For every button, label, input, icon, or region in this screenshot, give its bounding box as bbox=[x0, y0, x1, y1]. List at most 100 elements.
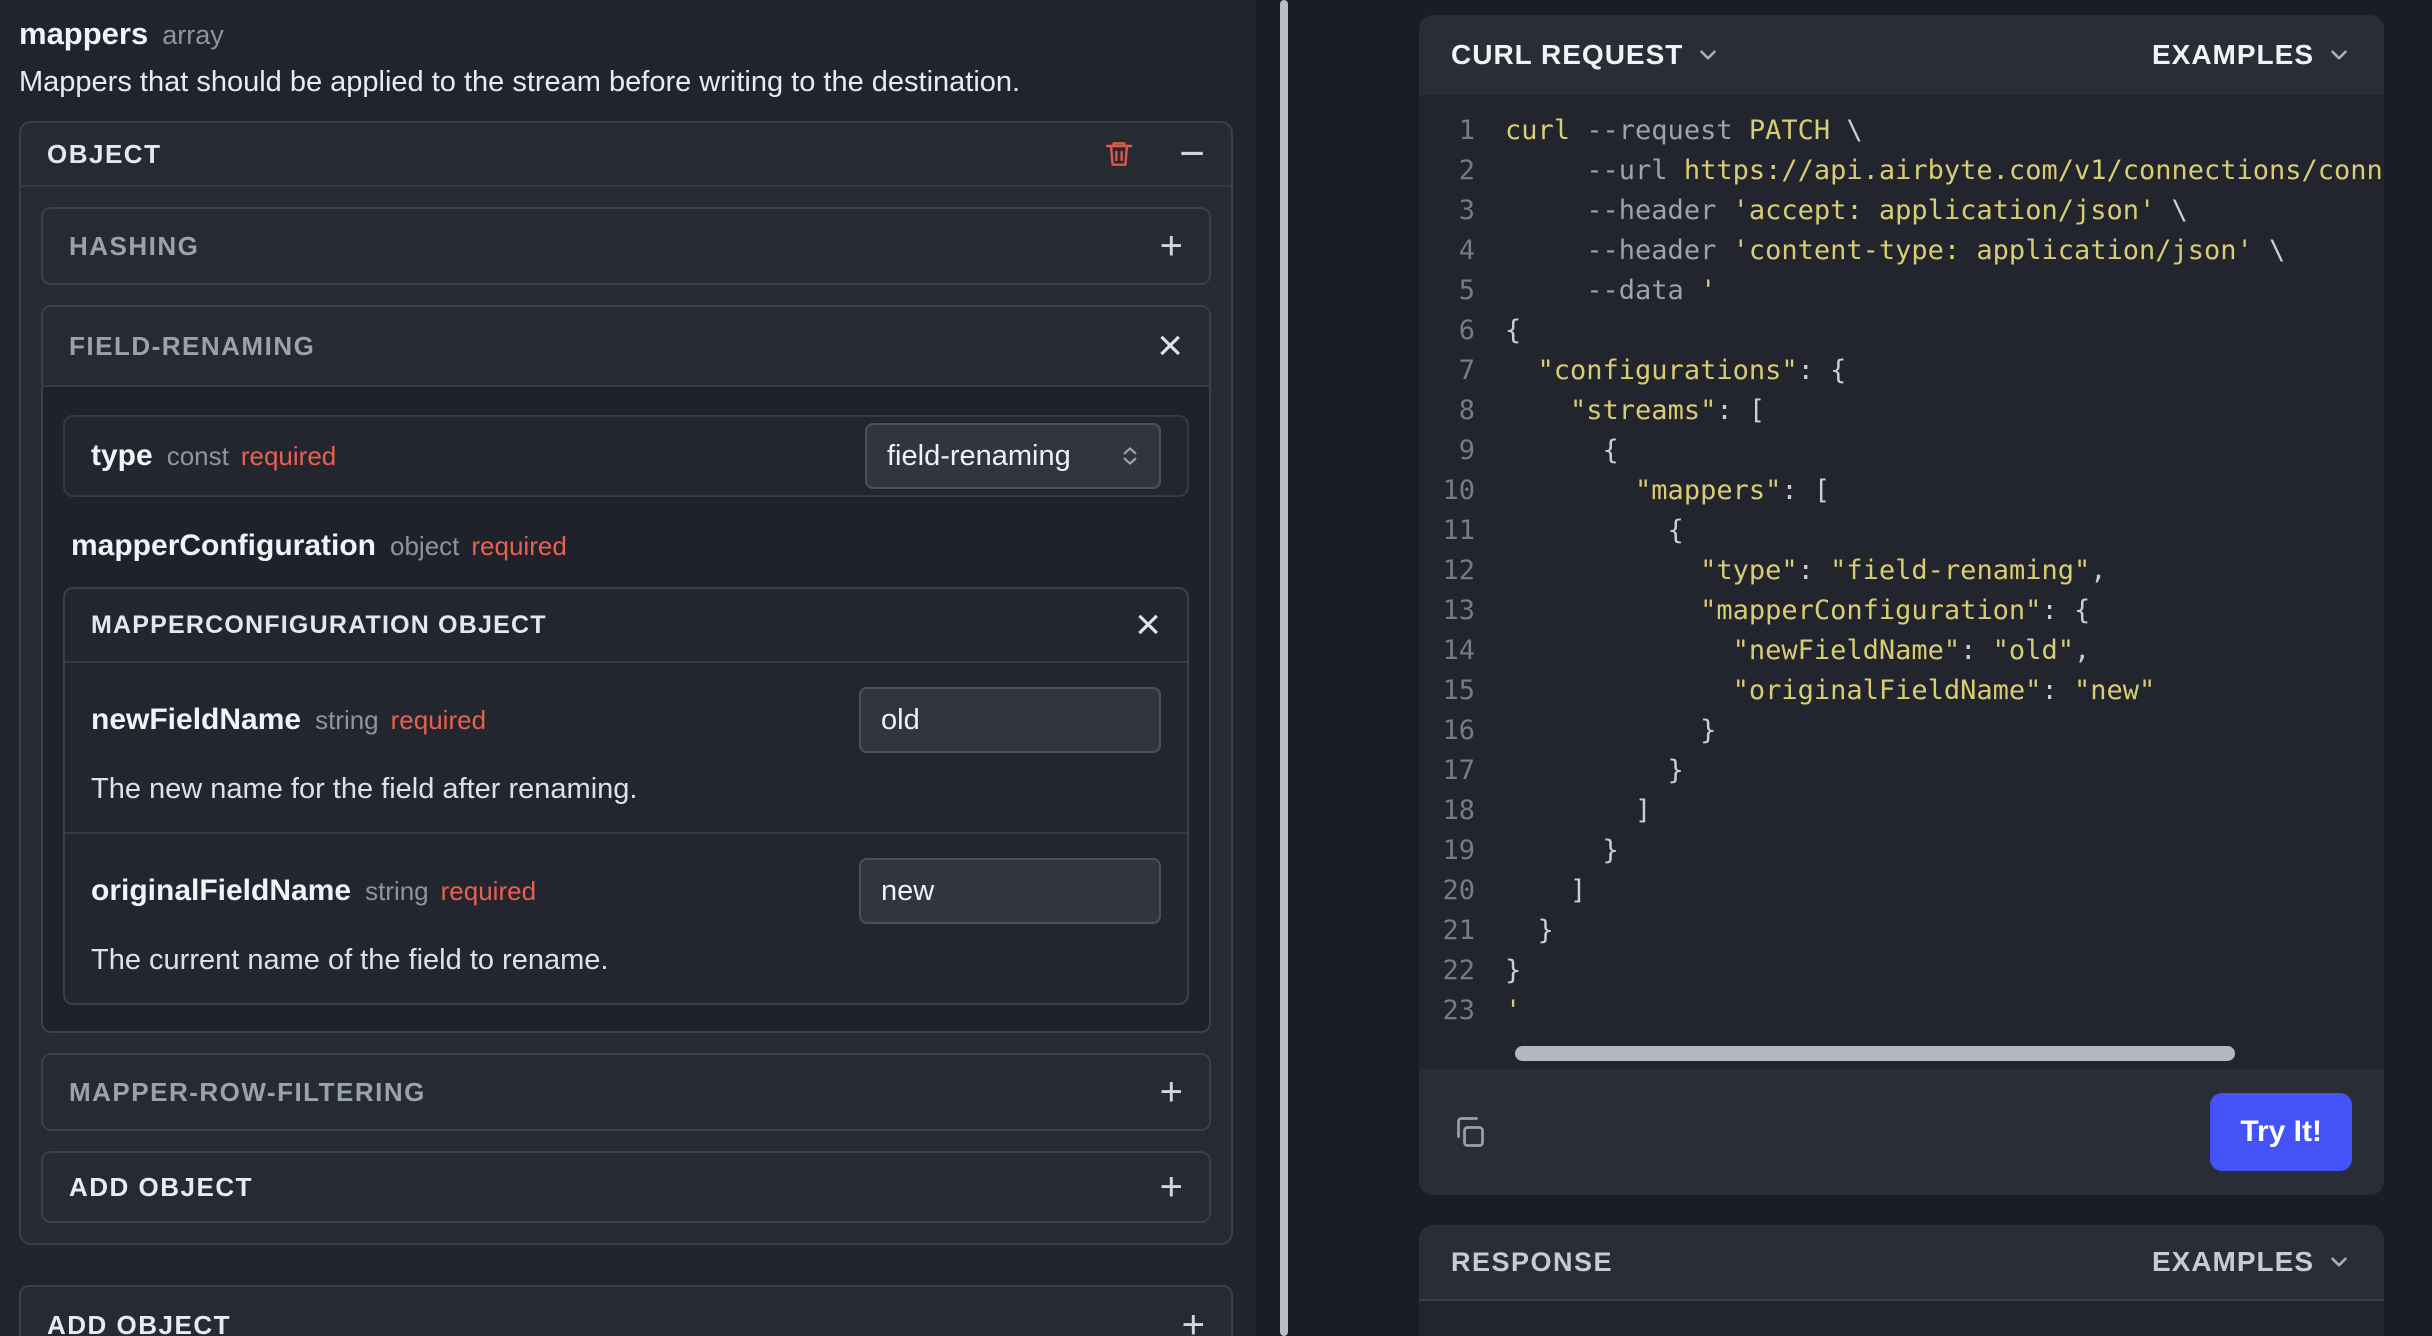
chevron-down-icon bbox=[2326, 1249, 2352, 1275]
field-renaming-section: FIELD-RENAMING × type const required fie… bbox=[41, 305, 1211, 1033]
plus-icon: + bbox=[1181, 1303, 1205, 1336]
close-mapper-configuration-button[interactable]: × bbox=[1135, 603, 1161, 647]
mapper-configuration-name: mapperConfiguration bbox=[71, 529, 376, 562]
code-line: 10 "mappers": [ bbox=[1419, 471, 2384, 511]
field-renaming-title: FIELD-RENAMING bbox=[69, 330, 316, 361]
field-description: Mappers that should be applied to the st… bbox=[19, 66, 1021, 98]
chevron-down-icon bbox=[2326, 42, 2352, 68]
expand-mapper-row-filtering-button[interactable]: + bbox=[1160, 1072, 1183, 1112]
minus-icon: − bbox=[1179, 129, 1205, 178]
code-line: 2 --url https://api.airbyte.com/v1/conne… bbox=[1419, 151, 2384, 191]
line-number: 1 bbox=[1458, 115, 1475, 146]
add-object-outer-button[interactable]: ADD OBJECT + bbox=[19, 1285, 1233, 1336]
line-number: 5 bbox=[1458, 275, 1475, 306]
original-field-name-kind: string bbox=[365, 876, 429, 906]
code-line: 14 "newFieldName": "old", bbox=[1419, 631, 2384, 671]
code-line: 11 { bbox=[1419, 511, 2384, 551]
type-property-kind: const bbox=[166, 440, 229, 471]
field-type: array bbox=[162, 20, 224, 50]
line-number: 14 bbox=[1442, 635, 1475, 666]
response-examples-dropdown[interactable]: EXAMPLES bbox=[2152, 1246, 2352, 1278]
line-number: 12 bbox=[1442, 555, 1475, 586]
response-body bbox=[1419, 1301, 2384, 1336]
mapper-row-filtering-title: MAPPER-ROW-FILTERING bbox=[69, 1076, 426, 1107]
field-renaming-header[interactable]: FIELD-RENAMING × bbox=[43, 307, 1209, 387]
code-line: 19 } bbox=[1419, 831, 2384, 871]
line-number: 8 bbox=[1458, 395, 1475, 426]
collapse-object-button[interactable]: − bbox=[1179, 132, 1205, 176]
response-examples-label: EXAMPLES bbox=[2151, 1246, 2314, 1277]
object-panel-body: HASHING + FIELD-RENAMING × type const re… bbox=[21, 187, 1231, 1243]
curl-request-title: CURL REQUEST bbox=[1451, 39, 1684, 70]
response-header: RESPONSE EXAMPLES bbox=[1419, 1225, 2384, 1301]
code-line: 1 curl --request PATCH \ bbox=[1419, 111, 2384, 151]
line-number: 23 bbox=[1442, 995, 1475, 1026]
code-line: 17 } bbox=[1419, 751, 2384, 791]
response-title: RESPONSE bbox=[1451, 1246, 1614, 1277]
line-number: 2 bbox=[1458, 155, 1475, 186]
line-number: 7 bbox=[1458, 355, 1475, 386]
line-number: 15 bbox=[1442, 675, 1475, 706]
object-panel: OBJECT − HASHING + FIELD-RENAMING × type… bbox=[19, 121, 1233, 1245]
api-reference-page: mappers array Mappers that should be app… bbox=[0, 0, 2432, 1336]
mapper-configuration-panel-header[interactable]: MAPPERCONFIGURATION OBJECT × bbox=[65, 589, 1187, 663]
line-number: 20 bbox=[1442, 875, 1475, 906]
object-panel-title: OBJECT bbox=[47, 138, 162, 169]
line-number: 22 bbox=[1442, 955, 1475, 986]
type-property-row: type const required field-renaming bbox=[63, 415, 1189, 497]
mapper-configuration-label-row: mapperConfiguration object required bbox=[71, 529, 1181, 563]
code-line: 20 ] bbox=[1419, 871, 2384, 911]
line-number: 19 bbox=[1442, 835, 1475, 866]
original-field-name-input[interactable] bbox=[859, 858, 1161, 924]
code-line: 16 } bbox=[1419, 711, 2384, 751]
new-field-name-label: newFieldName bbox=[91, 703, 302, 736]
mapper-configuration-kind: object bbox=[390, 531, 460, 561]
line-number: 16 bbox=[1442, 715, 1475, 746]
code-line: 4 --header 'content-type: application/js… bbox=[1419, 231, 2384, 271]
line-number: 11 bbox=[1442, 515, 1475, 546]
hashing-section[interactable]: HASHING + bbox=[41, 207, 1211, 285]
close-icon: × bbox=[1135, 600, 1161, 649]
field-name: mappers bbox=[19, 16, 149, 51]
type-select-value: field-renaming bbox=[887, 439, 1071, 472]
code-line: 12 "type": "field-renaming", bbox=[1419, 551, 2384, 591]
trash-icon bbox=[1103, 138, 1135, 170]
new-field-name-kind: string bbox=[315, 705, 379, 735]
mapper-row-filtering-section[interactable]: MAPPER-ROW-FILTERING + bbox=[41, 1053, 1211, 1131]
curl-card-footer: Try It! bbox=[1419, 1069, 2384, 1195]
curl-request-toggle[interactable]: CURL REQUEST bbox=[1451, 39, 1721, 71]
plus-icon: + bbox=[1159, 224, 1183, 268]
new-field-name-description: The new name for the field after renamin… bbox=[91, 773, 638, 805]
mapper-configuration-panel-title: MAPPERCONFIGURATION OBJECT bbox=[91, 610, 547, 639]
original-field-name-required: required bbox=[440, 876, 537, 906]
plus-icon: + bbox=[1159, 1165, 1183, 1209]
line-number: 13 bbox=[1442, 595, 1475, 626]
close-field-renaming-button[interactable]: × bbox=[1157, 324, 1183, 368]
new-field-name-input[interactable] bbox=[859, 687, 1161, 753]
add-object-inner-button[interactable]: ADD OBJECT + bbox=[41, 1151, 1211, 1223]
code-line: 22} bbox=[1419, 951, 2384, 991]
delete-object-button[interactable] bbox=[1103, 138, 1135, 170]
line-number: 18 bbox=[1442, 795, 1475, 826]
code-line: 5 --data ' bbox=[1419, 271, 2384, 311]
line-number: 10 bbox=[1442, 475, 1475, 506]
try-it-button[interactable]: Try It! bbox=[2210, 1093, 2352, 1171]
left-pane-scrollbar[interactable] bbox=[1280, 0, 1288, 1336]
curl-code-block: 1 curl --request PATCH \ 2 --url https://a… bbox=[1419, 95, 2384, 1069]
code-horizontal-scrollbar[interactable] bbox=[1515, 1046, 2235, 1061]
code-line: 13 "mapperConfiguration": { bbox=[1419, 591, 2384, 631]
field-renaming-body: type const required field-renaming mappe… bbox=[43, 387, 1209, 1031]
close-icon: × bbox=[1157, 321, 1183, 370]
copy-code-button[interactable] bbox=[1451, 1114, 1487, 1150]
expand-hashing-button[interactable]: + bbox=[1160, 226, 1183, 266]
hashing-section-title: HASHING bbox=[69, 230, 200, 261]
type-property-name: type bbox=[91, 439, 153, 472]
line-number: 6 bbox=[1458, 315, 1475, 346]
type-select[interactable]: field-renaming bbox=[865, 423, 1161, 489]
response-card: RESPONSE EXAMPLES bbox=[1419, 1225, 2384, 1336]
copy-icon bbox=[1451, 1114, 1487, 1150]
curl-examples-dropdown[interactable]: EXAMPLES bbox=[2152, 39, 2352, 71]
original-field-name-row: originalFieldName string required The cu… bbox=[65, 832, 1187, 1003]
original-field-name-label: originalFieldName bbox=[91, 874, 352, 907]
curl-examples-label: EXAMPLES bbox=[2151, 39, 2314, 70]
